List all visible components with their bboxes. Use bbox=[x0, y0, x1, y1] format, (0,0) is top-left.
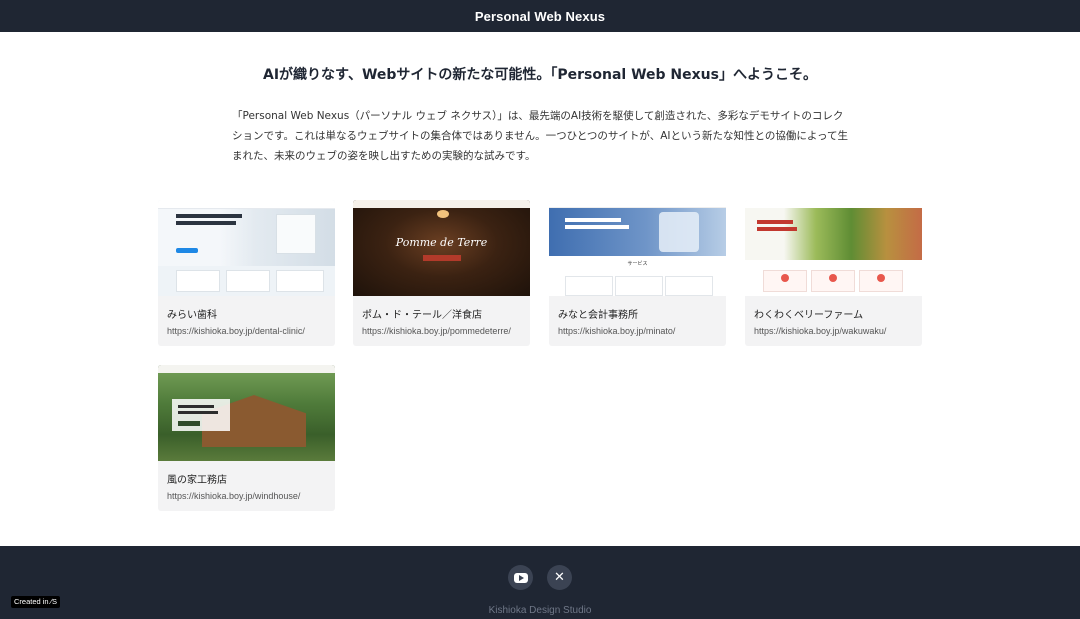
site-card-minato[interactable]: サービス みなと会計事務所 https://kishioka.boy.jp/mi… bbox=[549, 200, 726, 346]
created-in-badge[interactable]: Created in ∕S bbox=[11, 596, 60, 608]
site-thumbnail bbox=[158, 365, 335, 461]
social-links: ✕ bbox=[508, 565, 572, 590]
site-card-windhouse[interactable]: 風の家工務店 https://kishioka.boy.jp/windhouse… bbox=[158, 365, 335, 511]
page-headline: AIが織りなす、Webサイトの新たな可能性。「Personal Web Nexu… bbox=[263, 67, 817, 83]
site-url: https://kishioka.boy.jp/windhouse/ bbox=[167, 491, 301, 501]
site-url: https://kishioka.boy.jp/wakuwaku/ bbox=[754, 326, 887, 336]
intro-paragraph: 「Personal Web Nexus（パーソナル ウェブ ネクサス）」は、最先… bbox=[232, 110, 849, 162]
site-url: https://kishioka.boy.jp/minato/ bbox=[558, 326, 676, 336]
youtube-icon[interactable] bbox=[508, 565, 533, 590]
site-thumbnail: Pomme de Terre bbox=[353, 200, 530, 296]
top-bar: Personal Web Nexus bbox=[0, 0, 1080, 32]
site-name: みなと会計事務所 bbox=[558, 310, 638, 321]
site-thumbnail bbox=[745, 200, 922, 296]
site-name: ポム・ド・テール／洋食店 bbox=[362, 310, 482, 321]
site-thumbnail bbox=[158, 200, 335, 296]
studio-name: Kishioka Design Studio bbox=[488, 605, 592, 616]
site-thumbnail: サービス bbox=[549, 200, 726, 296]
site-card-pommedeterre[interactable]: Pomme de Terre ポム・ド・テール／洋食店 https://kish… bbox=[353, 200, 530, 346]
site-card-wakuwaku[interactable]: わくわくベリーファーム https://kishioka.boy.jp/waku… bbox=[745, 200, 922, 346]
site-card-dental[interactable]: みらい歯科 https://kishioka.boy.jp/dental-cli… bbox=[158, 200, 335, 346]
thumbnail-logo: Pomme de Terre bbox=[395, 236, 488, 249]
site-title[interactable]: Personal Web Nexus bbox=[475, 9, 605, 24]
site-url: https://kishioka.boy.jp/pommedeterre/ bbox=[362, 326, 511, 336]
site-url: https://kishioka.boy.jp/dental-clinic/ bbox=[167, 326, 305, 336]
site-name: 風の家工務店 bbox=[167, 475, 227, 486]
thumbnail-section-title: サービス bbox=[627, 261, 648, 267]
site-name: わくわくベリーファーム bbox=[754, 310, 864, 321]
x-icon[interactable]: ✕ bbox=[547, 565, 572, 590]
site-name: みらい歯科 bbox=[167, 310, 217, 321]
